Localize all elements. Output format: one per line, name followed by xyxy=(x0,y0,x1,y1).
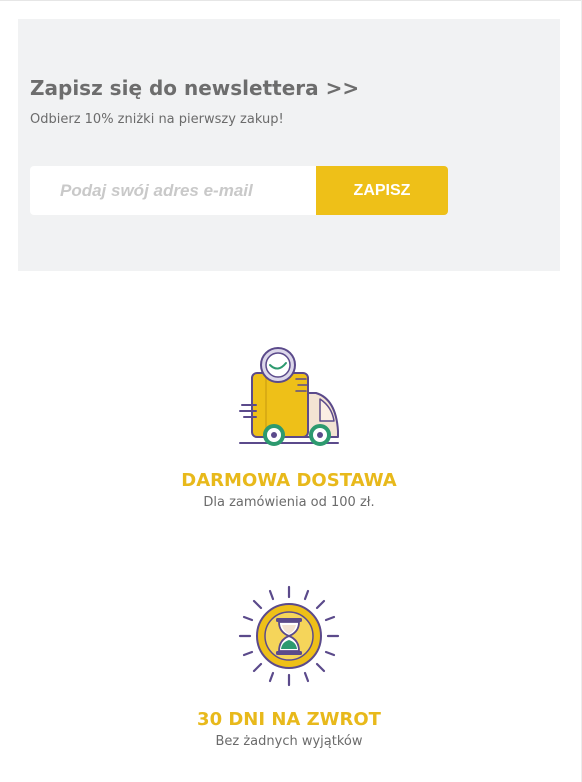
feature-subtitle: Dla zamówienia od 100 zł. xyxy=(203,495,375,510)
delivery-truck-icon xyxy=(239,347,339,446)
newsletter-subtitle: Odbierz 10% zniżki na pierwszy zakup! xyxy=(30,112,284,127)
feature-subtitle: Bez żadnych wyjątków xyxy=(215,734,363,749)
email-input[interactable] xyxy=(30,166,316,215)
hourglass-icon xyxy=(238,585,340,687)
subscribe-button[interactable]: ZAPISZ xyxy=(316,166,448,215)
feature-title: DARMOWA DOSTAWA xyxy=(181,470,397,491)
newsletter-title[interactable]: Zapisz się do newslettera >> xyxy=(30,76,359,100)
top-divider xyxy=(0,0,582,1)
newsletter-section: Zapisz się do newslettera >> Odbierz 10%… xyxy=(18,19,560,271)
feature-title: 30 DNI NA ZWROT xyxy=(197,709,381,730)
